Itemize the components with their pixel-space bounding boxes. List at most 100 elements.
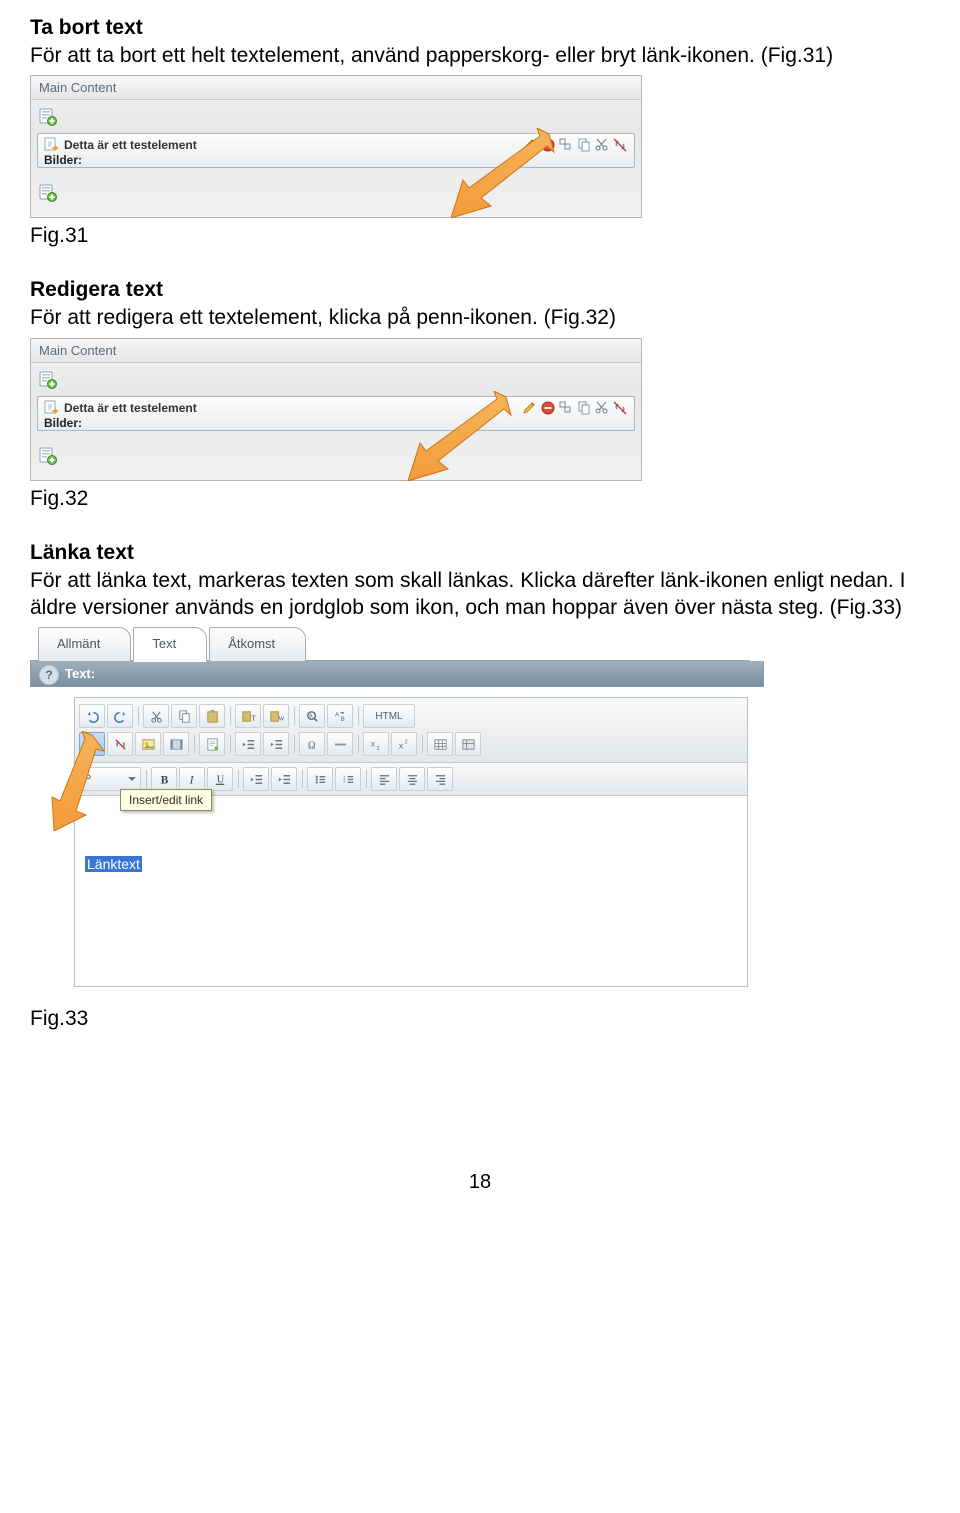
undo-icon[interactable] xyxy=(79,704,105,728)
media-icon[interactable] xyxy=(163,732,189,756)
tooltip: Insert/edit link xyxy=(120,789,212,811)
figure-caption-32: Fig.32 xyxy=(30,487,930,511)
link-icon[interactable] xyxy=(79,732,105,756)
add-element-icon[interactable] xyxy=(39,447,57,465)
editor-canvas[interactable]: Länktext xyxy=(75,796,747,986)
cms-panel-fig31: Main Content Detta är ett testelement xyxy=(30,75,642,218)
toolbar-separator xyxy=(291,705,297,727)
element-label: Detta är ett testelement xyxy=(64,138,197,152)
italic-icon[interactable]: I xyxy=(179,767,205,791)
add-element-icon[interactable] xyxy=(39,108,57,126)
pin-icon[interactable] xyxy=(558,137,574,153)
format-dropdown[interactable]: P xyxy=(79,767,141,791)
section-body-link: För att länka text, markeras texten som … xyxy=(30,567,930,622)
add-element-icon[interactable] xyxy=(39,371,57,389)
pencil-icon[interactable] xyxy=(522,400,538,416)
row-tool-icons xyxy=(522,400,628,416)
outdent-icon[interactable] xyxy=(235,732,261,756)
svg-text:B: B xyxy=(160,774,168,786)
format-bar: P B I U 12 Insert/edit link xyxy=(75,763,747,796)
section-body-remove: För att ta bort ett helt textelement, an… xyxy=(30,42,930,69)
add-element-icon[interactable] xyxy=(39,184,57,202)
toolbar-separator xyxy=(291,733,297,755)
find-icon[interactable]: A xyxy=(299,704,325,728)
bold-icon[interactable]: B xyxy=(151,767,177,791)
scissors-icon[interactable] xyxy=(594,137,610,153)
unlink2-icon[interactable] xyxy=(107,732,133,756)
rich-text-editor: Allmänt Text Åtkomst ? Text: T W xyxy=(30,627,750,987)
toolbar-separator xyxy=(135,705,141,727)
paste-word-icon[interactable]: W xyxy=(263,704,289,728)
content-element-row: Detta är ett testelement Bilder: xyxy=(37,396,635,431)
section-body-edit: För att redigera ett textelement, klicka… xyxy=(30,304,930,331)
section-bar-label: Text: xyxy=(65,666,95,681)
char-icon[interactable]: Ω xyxy=(299,732,325,756)
help-icon[interactable]: ? xyxy=(39,665,59,685)
redo-icon[interactable] xyxy=(107,704,133,728)
paste-text-icon[interactable]: T xyxy=(235,704,261,728)
images-label: Bilder: xyxy=(44,153,82,167)
copy-icon[interactable] xyxy=(576,400,592,416)
element-label: Detta är ett testelement xyxy=(64,401,197,415)
cms-panel-header: Main Content xyxy=(31,76,641,100)
html-button[interactable]: HTML xyxy=(363,704,415,728)
toolbar-separator xyxy=(143,768,149,790)
hr-icon[interactable] xyxy=(327,732,353,756)
svg-text:A: A xyxy=(334,711,339,718)
pin-icon[interactable] xyxy=(558,400,574,416)
table-props-icon[interactable] xyxy=(455,732,481,756)
svg-text:B: B xyxy=(340,716,345,723)
copy2-icon[interactable] xyxy=(171,704,197,728)
unlink-icon[interactable] xyxy=(612,137,628,153)
scissors-icon[interactable] xyxy=(594,400,610,416)
align-right-icon[interactable] xyxy=(427,767,453,791)
cms-panel-header: Main Content xyxy=(31,339,641,363)
align-center-icon[interactable] xyxy=(399,767,425,791)
tab-access[interactable]: Åtkomst xyxy=(209,627,306,661)
pencil-icon[interactable] xyxy=(522,137,538,153)
section-title-remove: Ta bort text xyxy=(30,16,930,40)
underline-icon[interactable]: U xyxy=(207,767,233,791)
tab-bar: Allmänt Text Åtkomst xyxy=(30,627,750,661)
toolbar-separator xyxy=(355,733,361,755)
section-bar: ? Text: xyxy=(30,661,764,687)
ol-icon[interactable]: 12 xyxy=(335,767,361,791)
svg-text:2: 2 xyxy=(376,746,379,752)
copy-icon[interactable] xyxy=(576,137,592,153)
svg-text:2: 2 xyxy=(342,778,345,783)
document-with-arrow-icon xyxy=(44,400,60,416)
svg-text:T: T xyxy=(251,713,256,722)
figure-caption-31: Fig.31 xyxy=(30,224,930,248)
toolbar-separator xyxy=(191,733,197,755)
section-title-edit: Redigera text xyxy=(30,278,930,302)
sup-icon[interactable]: x2 xyxy=(391,732,417,756)
toolbar-separator xyxy=(235,768,241,790)
image-icon[interactable] xyxy=(135,732,161,756)
align-left-icon[interactable] xyxy=(371,767,397,791)
table-icon[interactable] xyxy=(427,732,453,756)
cms-panel-fig32: Main Content Detta är ett testelement xyxy=(30,338,642,481)
svg-text:x: x xyxy=(398,740,403,750)
unlink-icon[interactable] xyxy=(612,400,628,416)
tab-text[interactable]: Text xyxy=(133,627,207,662)
replace-icon[interactable]: AB xyxy=(327,704,353,728)
tab-general[interactable]: Allmänt xyxy=(38,627,131,661)
toolbar-separator xyxy=(419,733,425,755)
document-with-arrow-icon xyxy=(44,137,60,153)
toolbar-separator xyxy=(355,705,361,727)
indent-icon[interactable] xyxy=(263,732,289,756)
paste-icon[interactable] xyxy=(199,704,225,728)
ul-icon[interactable] xyxy=(307,767,333,791)
sub-icon[interactable]: x2 xyxy=(363,732,389,756)
toolbar-separator xyxy=(363,768,369,790)
cut-icon[interactable] xyxy=(143,704,169,728)
trash-icon[interactable] xyxy=(540,400,556,416)
svg-text:2: 2 xyxy=(404,739,407,745)
svg-text:Ω: Ω xyxy=(307,740,315,751)
outdent2-icon[interactable] xyxy=(243,767,269,791)
page-icon[interactable] xyxy=(199,732,225,756)
section-title-link: Länka text xyxy=(30,541,930,565)
trash-icon[interactable] xyxy=(540,137,556,153)
svg-text:x: x xyxy=(370,738,375,748)
indent2-icon[interactable] xyxy=(271,767,297,791)
